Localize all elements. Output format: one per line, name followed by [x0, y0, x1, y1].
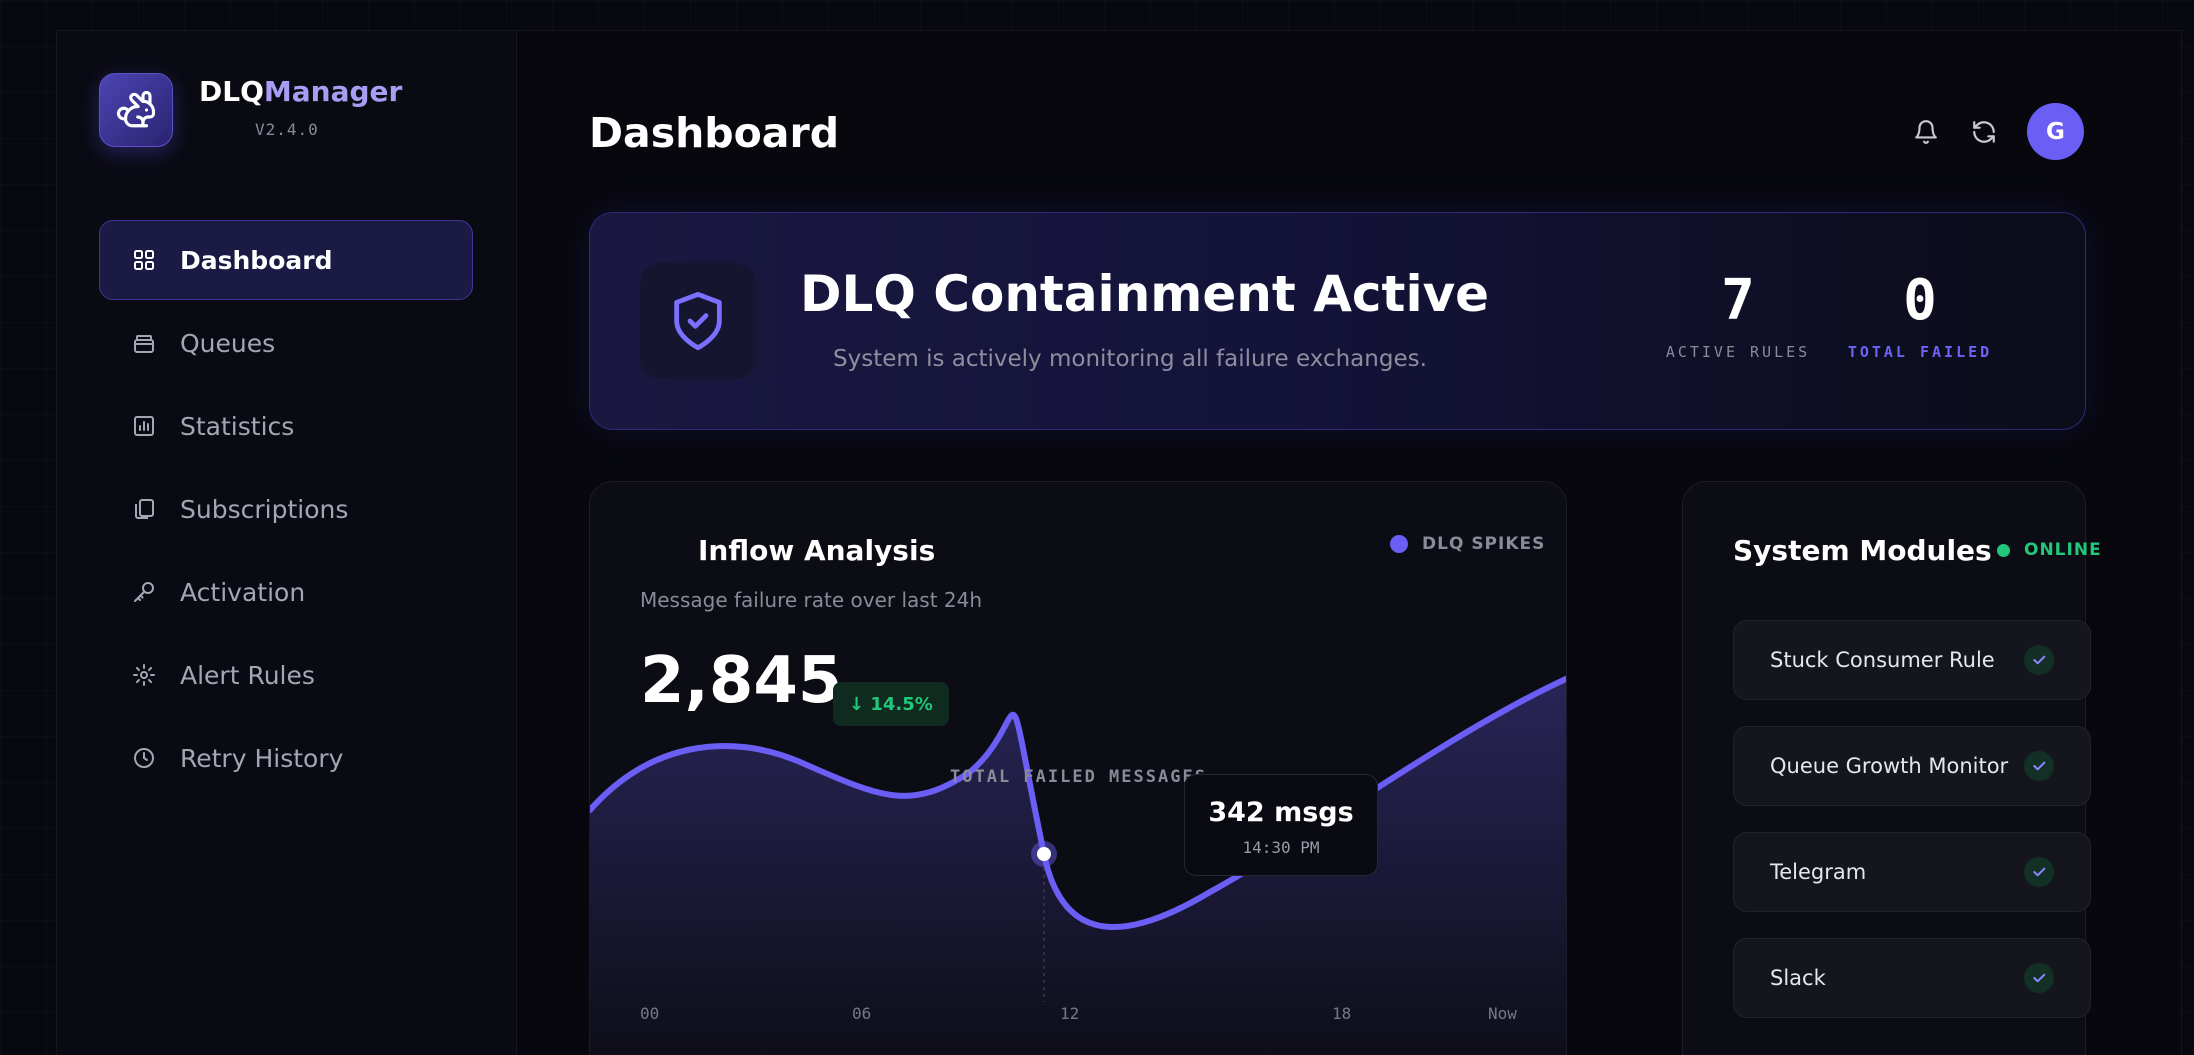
total-failed-messages-value: 2,845: [640, 644, 843, 718]
sidebar-item-alert-rules[interactable]: Alert Rules: [99, 635, 473, 715]
module-item[interactable]: Queue Growth Monitor: [1733, 726, 2091, 806]
module-name: Telegram: [1770, 860, 1867, 884]
sidebar-item-label: Dashboard: [180, 245, 333, 275]
sidebar-item-subscriptions[interactable]: Subscriptions: [99, 469, 473, 549]
status-label: ONLINE: [2024, 540, 2102, 560]
copy-icon: [130, 495, 158, 523]
avatar[interactable]: G: [2027, 103, 2084, 160]
module-item[interactable]: Slack: [1733, 938, 2091, 1018]
sidebar-item-label: Retry History: [180, 743, 344, 773]
clock-icon: [130, 744, 158, 772]
banner-title: DLQ Containment Active: [800, 265, 1490, 323]
chart-subtitle: Message failure rate over last 24h: [640, 588, 983, 612]
inflow-analysis-card: Inflow Analysis Message failure rate ove…: [589, 481, 1567, 1055]
sidebar-item-label: Activation: [180, 577, 306, 607]
page-title: Dashboard: [589, 109, 840, 157]
module-item[interactable]: Stuck Consumer Rule: [1733, 620, 2091, 700]
x-tick-label: 00: [640, 1004, 660, 1023]
sidebar-item-statistics[interactable]: Statistics: [99, 386, 473, 466]
brand-name: DLQManager: [199, 75, 402, 108]
module-name: Queue Growth Monitor: [1770, 754, 2009, 778]
grid-icon: [130, 246, 158, 274]
check-icon: [2024, 645, 2054, 675]
sidebar-item-queues[interactable]: Queues: [99, 303, 473, 383]
status-dot: [1997, 543, 2010, 557]
sidebar-item-dashboard[interactable]: Dashboard: [99, 220, 473, 300]
tooltip-value: 342 msgs: [1208, 797, 1354, 828]
legend-dot: [1390, 535, 1408, 553]
x-tick-label: 12: [1060, 1004, 1080, 1023]
x-tick-label: 18: [1332, 1004, 1352, 1023]
system-modules-card: System Modules ONLINE Stuck Consumer Rul…: [1682, 481, 2101, 1055]
sidebar-item-retry-history[interactable]: Retry History: [99, 718, 473, 798]
sidebar-item-label: Queues: [180, 328, 276, 358]
chart-tooltip: 342 msgs 14:30 PM: [1184, 774, 1378, 876]
check-icon: [2024, 963, 2054, 993]
highlight-point[interactable]: [1037, 847, 1051, 861]
active-rules-label: ACTIVE RULES: [1665, 343, 1811, 361]
total-failed-label: TOTAL FAILED: [1847, 343, 1993, 361]
brand-name-part1: DLQ: [199, 75, 264, 108]
active-rules-stat: 7 ACTIVE RULES: [1638, 268, 1838, 361]
check-icon: [2024, 857, 2054, 887]
sidebar-nav: Dashboard Queues Statistics Subscription…: [99, 220, 473, 801]
module-item[interactable]: Telegram: [1733, 832, 2091, 912]
x-tick-label: Now: [1488, 1004, 1517, 1023]
total-failed-stat: 0 TOTAL FAILED: [1840, 268, 2000, 361]
chart-area: [590, 678, 1566, 1055]
legend-label: DLQ SPIKES: [1422, 534, 1546, 554]
brand-name-part2: Manager: [263, 75, 403, 108]
module-name: Stuck Consumer Rule: [1770, 648, 1995, 672]
top-actions: G: [1911, 103, 2084, 160]
tooltip-time: 14:30 PM: [1242, 838, 1320, 857]
active-rules-value: 7: [1721, 268, 1755, 333]
online-status: ONLINE: [1997, 540, 2102, 560]
rabbit-logo-icon: [99, 73, 173, 147]
banner-subtitle: System is actively monitoring all failur…: [833, 346, 1427, 372]
bell-icon[interactable]: [1911, 117, 1941, 147]
sidebar: DLQManager V2.4.0 Dashboard Queues Stati…: [57, 31, 517, 1055]
gear-icon: [130, 661, 158, 689]
modules-title: System Modules: [1733, 534, 1992, 567]
check-icon: [2024, 751, 2054, 781]
sidebar-item-activation[interactable]: Activation: [99, 552, 473, 632]
sidebar-item-label: Statistics: [180, 411, 295, 441]
module-name: Slack: [1770, 966, 1826, 990]
chart-legend: DLQ SPIKES: [1390, 534, 1545, 554]
key-icon: [130, 578, 158, 606]
bar-chart-icon: [130, 412, 158, 440]
modules-list: Stuck Consumer Rule Queue Growth Monitor…: [1733, 620, 2091, 1044]
inbox-icon: [130, 329, 158, 357]
total-failed-messages-label: TOTAL FAILED MESSAGES: [950, 767, 1207, 787]
containment-banner: DLQ Containment Active System is activel…: [589, 212, 2086, 430]
sidebar-item-label: Subscriptions: [180, 494, 349, 524]
chart-title: Inflow Analysis: [698, 534, 936, 567]
version-label: V2.4.0: [255, 120, 319, 139]
sidebar-item-label: Alert Rules: [180, 660, 315, 690]
brand[interactable]: DLQManager V2.4.0: [99, 73, 402, 147]
app-window: DLQManager V2.4.0 Dashboard Queues Stati…: [56, 30, 2182, 1055]
refresh-icon[interactable]: [1969, 117, 1999, 147]
delta-badge: ↓ 14.5%: [833, 682, 949, 726]
shield-check-icon: [640, 263, 756, 379]
x-tick-label: 06: [852, 1004, 872, 1023]
total-failed-value: 0: [1903, 268, 1937, 333]
